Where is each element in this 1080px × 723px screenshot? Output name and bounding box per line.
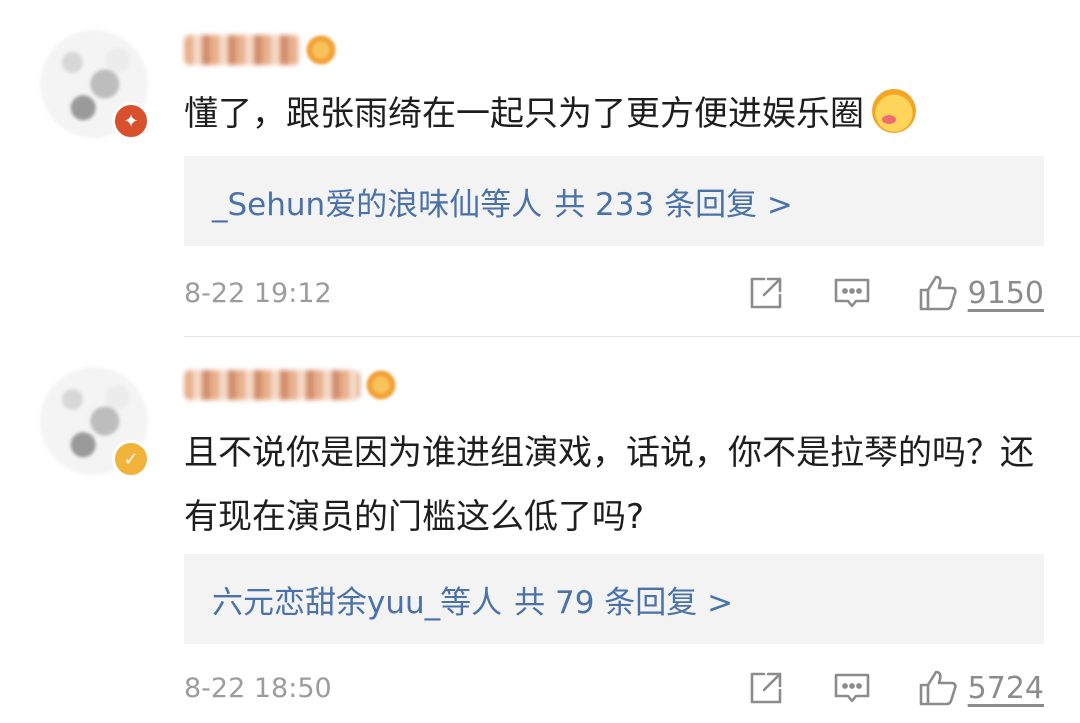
level-badge-icon (366, 370, 396, 400)
comment-icon (834, 278, 869, 308)
username-blurred[interactable] (184, 367, 396, 403)
verified-badge-icon: ✓ (112, 440, 150, 478)
replies-count: 共 233 条回复 > (554, 186, 793, 223)
share-button[interactable] (746, 273, 786, 313)
share-icon (750, 277, 781, 309)
username-pixelated[interactable] (184, 370, 360, 400)
thumbs-up-icon (919, 670, 957, 706)
like-button[interactable]: 5724 (918, 668, 1044, 708)
comment-meta: 8-22 19:12 9150 (184, 268, 1044, 318)
comment-meta: 8-22 18:50 5724 (184, 663, 1044, 713)
comment-button[interactable] (832, 668, 872, 708)
comment-icon (834, 673, 869, 703)
comment-item: ✦ 懂了，跟张雨绮在一起只为了更方便进娱乐圈 _Sehun爱的浪味仙等人 共 2… (0, 0, 1080, 336)
comment-text-content: 且不说你是因为谁进组演戏，话说，你不是拉琴的吗？还有现在演员的门槛这么低了吗? (184, 433, 1034, 537)
share-button[interactable] (746, 668, 786, 708)
replies-users: 六元恋甜余yuu_等人 (212, 584, 503, 621)
face-with-tongue-emoji-icon (872, 89, 916, 133)
replies-link[interactable]: 六元恋甜余yuu_等人 共 79 条回复 > (184, 554, 1044, 644)
comment-button[interactable] (832, 273, 872, 313)
replies-users: _Sehun爱的浪味仙等人 (212, 186, 543, 223)
username-pixelated[interactable] (184, 35, 300, 65)
replies-link[interactable]: _Sehun爱的浪味仙等人 共 233 条回复 > (184, 156, 1044, 246)
share-icon (750, 672, 781, 704)
comment-text: 且不说你是因为谁进组演戏，话说，你不是拉琴的吗？还有现在演员的门槛这么低了吗? (184, 421, 1040, 549)
comment-text: 懂了，跟张雨绮在一起只为了更方便进娱乐圈 (184, 82, 1040, 146)
like-count[interactable]: 5724 (968, 671, 1044, 706)
comment-text-content: 懂了，跟张雨绮在一起只为了更方便进娱乐圈 (184, 94, 864, 134)
timestamp: 8-22 18:50 (184, 672, 332, 704)
like-button[interactable]: 9150 (918, 273, 1044, 313)
replies-count: 共 79 条回复 > (514, 584, 734, 621)
timestamp: 8-22 19:12 (184, 277, 332, 309)
like-count[interactable]: 9150 (968, 276, 1044, 311)
thumbs-up-icon (919, 275, 957, 311)
level-badge-icon (306, 35, 336, 65)
username-blurred[interactable] (184, 32, 336, 68)
comment-item: 且不说你是因为谁进组演戏，话说，你不是拉琴的吗？还有现在演员的门槛这么低了吗? … (0, 337, 1080, 723)
user-badge-icon: ✦ (112, 102, 150, 140)
